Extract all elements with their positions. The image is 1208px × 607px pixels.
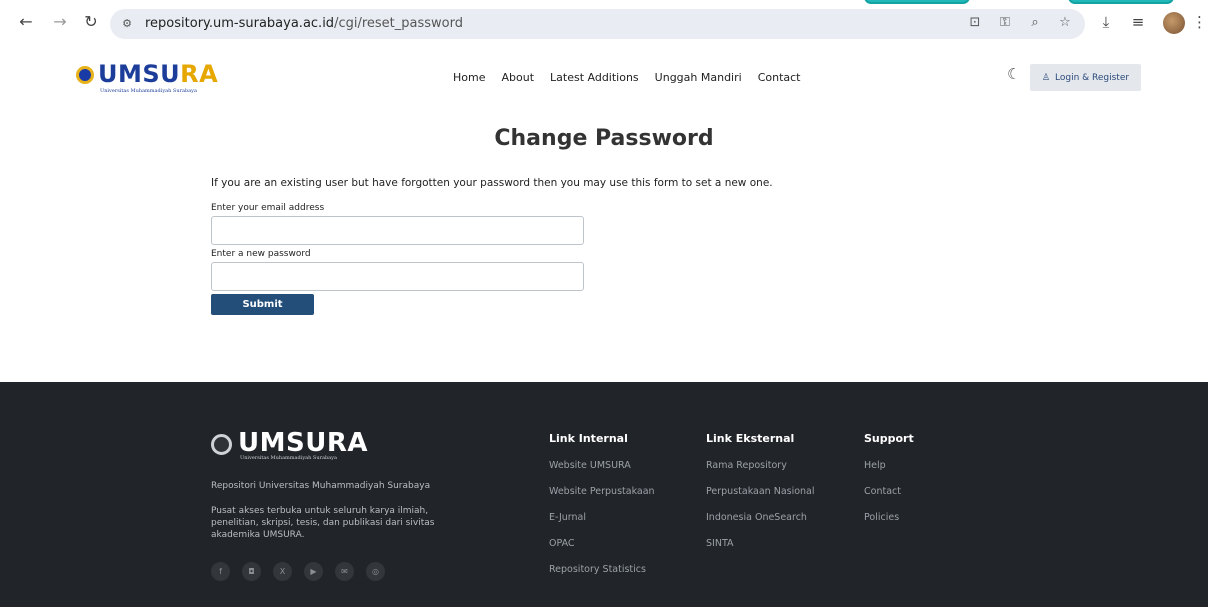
footer-link[interactable]: Help [864, 459, 914, 485]
footer-link[interactable]: Repository Statistics [549, 563, 655, 589]
password-key-icon[interactable]: ⚿ [997, 15, 1013, 30]
globe-icon[interactable]: ◎ [366, 562, 385, 581]
youtube-icon[interactable]: ▶ [304, 562, 323, 581]
extension-tab [1068, 0, 1174, 4]
footer-link[interactable]: Policies [864, 511, 914, 537]
footer-description: Pusat akses terbuka untuk seluruh karya … [211, 506, 435, 540]
user-icon: ♙ [1041, 72, 1050, 83]
footer-link[interactable]: Contact [864, 485, 914, 511]
menu-kebab-icon[interactable]: ⋮ [1192, 13, 1207, 31]
social-links: f ◘ X ▶ ✉ ◎ [211, 562, 385, 581]
extension-tab [864, 0, 970, 4]
footer-logo[interactable]: UMSURA Universitas Muhammadiyah Surabaya [211, 428, 371, 466]
intro-text: If you are an existing user but have for… [211, 177, 773, 189]
download-icon[interactable]: ⤓ [1096, 13, 1116, 31]
back-icon[interactable]: ← [16, 12, 36, 32]
footer-heading: Link Eksternal [706, 432, 795, 445]
submit-button[interactable]: Submit [211, 294, 314, 315]
nav-latest-additions[interactable]: Latest Additions [550, 71, 639, 84]
nav-home[interactable]: Home [453, 71, 485, 84]
page-title: Change Password [494, 126, 714, 151]
footer-link[interactable]: Perpustakaan Nasional [706, 485, 815, 511]
login-register-button[interactable]: ♙ Login & Register [1030, 64, 1141, 91]
email-icon[interactable]: ✉ [335, 562, 354, 581]
nav-about[interactable]: About [501, 71, 534, 84]
email-field[interactable] [211, 216, 584, 245]
footer-col-support: Support Help Contact Policies [864, 432, 914, 537]
reading-list-icon[interactable]: ≡ [1128, 13, 1148, 31]
footer-link[interactable]: Rama Repository [706, 459, 815, 485]
footer-tagline: Repositori Universitas Muhammadiyah Sura… [211, 481, 431, 491]
site-logo[interactable]: UMSURA Universitas Muhammadiyah Surabaya [76, 60, 226, 96]
logo-emblem-icon [76, 66, 94, 84]
footer-link[interactable]: Website Perpustakaan [549, 485, 655, 511]
footer-link[interactable]: OPAC [549, 537, 655, 563]
zoom-icon[interactable]: ⌕ [1027, 15, 1043, 30]
nav-contact[interactable]: Contact [758, 71, 801, 84]
password-label: Enter a new password [211, 249, 311, 259]
footer-logo-emblem-icon [211, 434, 232, 455]
nav-unggah-mandiri[interactable]: Unggah Mandiri [655, 71, 742, 84]
footer-link[interactable]: SINTA [706, 537, 815, 563]
x-icon[interactable]: X [273, 562, 292, 581]
footer-link[interactable]: E-Jurnal [549, 511, 655, 537]
forward-icon[interactable]: → [50, 12, 70, 32]
footer-heading: Support [864, 432, 914, 445]
new-password-field[interactable] [211, 262, 584, 291]
dark-mode-toggle-icon[interactable]: ☾ [1007, 66, 1023, 82]
footer-col-external: Link Eksternal Rama Repository Perpustak… [706, 432, 815, 563]
instagram-icon[interactable]: ◘ [242, 562, 261, 581]
footer-link[interactable]: Indonesia OneSearch [706, 511, 815, 537]
main-nav: Home About Latest Additions Unggah Mandi… [453, 71, 801, 84]
site-info-icon[interactable]: ⚙ [118, 15, 136, 33]
reload-icon[interactable]: ↻ [81, 12, 101, 32]
browser-toolbar: ← → ↻ ⚙ repository.um-surabaya.ac.id/cgi… [0, 0, 1208, 48]
url-text[interactable]: repository.um-surabaya.ac.id/cgi/reset_p… [145, 16, 463, 31]
address-bar[interactable]: ⚙ repository.um-surabaya.ac.id/cgi/reset… [110, 9, 1085, 39]
translate-icon[interactable]: ⊡ [967, 15, 983, 30]
email-label: Enter your email address [211, 203, 325, 213]
facebook-icon[interactable]: f [211, 562, 230, 581]
footer-link[interactable]: Website UMSURA [549, 459, 655, 485]
footer-heading: Link Internal [549, 432, 628, 445]
bookmark-star-icon[interactable]: ☆ [1057, 15, 1073, 30]
profile-avatar[interactable] [1163, 12, 1185, 34]
footer-col-internal: Link Internal Website UMSURA Website Per… [549, 432, 655, 589]
